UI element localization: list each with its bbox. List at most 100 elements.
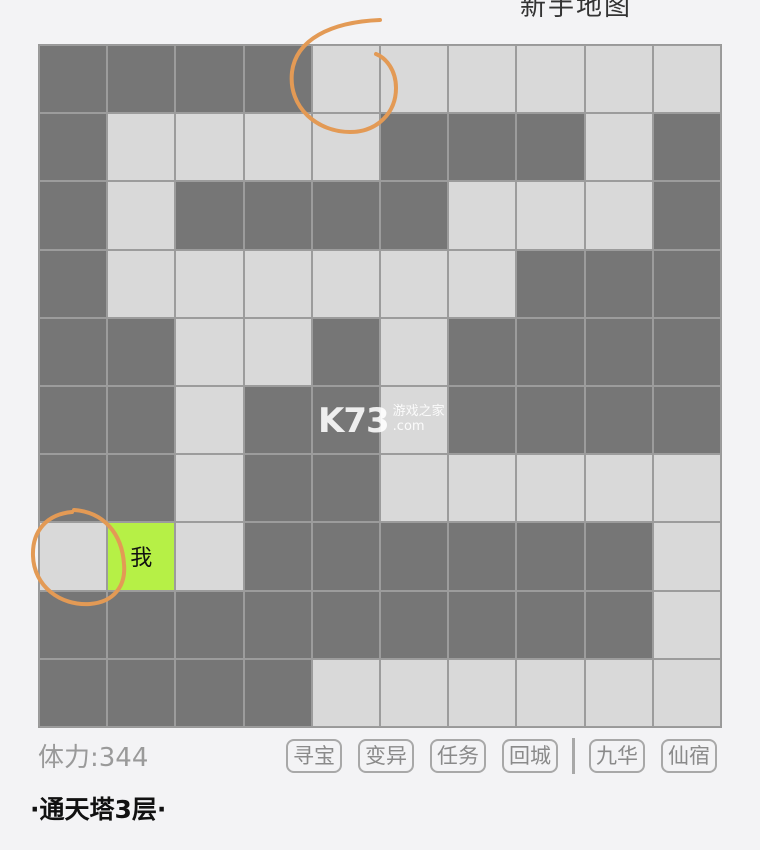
wall-cell[interactable]	[39, 385, 108, 455]
xianxiu-button[interactable]: 仙宿	[661, 739, 717, 773]
open-cell[interactable]	[175, 113, 244, 182]
wall-cell[interactable]	[243, 590, 312, 659]
player-cell[interactable]: 我	[107, 522, 176, 591]
wall-cell[interactable]	[243, 658, 312, 727]
wall-cell[interactable]	[107, 454, 176, 523]
wall-cell[interactable]	[379, 181, 449, 250]
wall-cell[interactable]	[516, 249, 585, 318]
wall-cell[interactable]	[39, 590, 108, 659]
open-cell[interactable]	[379, 249, 449, 318]
open-cell[interactable]	[652, 45, 721, 114]
open-cell[interactable]	[516, 45, 585, 114]
open-cell[interactable]	[107, 113, 176, 182]
open-cell[interactable]	[175, 317, 244, 386]
wall-cell[interactable]	[311, 522, 380, 591]
wall-cell[interactable]	[39, 317, 108, 386]
open-cell[interactable]	[311, 658, 380, 727]
open-cell[interactable]	[107, 181, 176, 250]
open-cell[interactable]	[175, 249, 244, 318]
wall-cell[interactable]	[652, 385, 721, 455]
open-cell[interactable]	[175, 522, 244, 591]
open-cell[interactable]	[379, 454, 449, 523]
wall-cell[interactable]	[448, 385, 517, 455]
wall-cell[interactable]	[107, 658, 176, 727]
open-cell[interactable]	[311, 113, 380, 182]
wall-cell[interactable]	[243, 454, 312, 523]
open-cell[interactable]	[379, 385, 449, 455]
open-cell[interactable]	[175, 385, 244, 455]
open-cell[interactable]	[652, 522, 721, 591]
wall-cell[interactable]	[652, 181, 721, 250]
open-cell[interactable]	[448, 45, 517, 114]
open-cell[interactable]	[39, 522, 108, 591]
open-cell[interactable]	[652, 590, 721, 659]
wall-cell[interactable]	[311, 385, 380, 455]
open-cell[interactable]	[516, 454, 585, 523]
open-cell[interactable]	[448, 658, 517, 727]
open-cell[interactable]	[175, 454, 244, 523]
wall-cell[interactable]	[107, 317, 176, 386]
open-cell[interactable]	[584, 181, 653, 250]
open-cell[interactable]	[379, 658, 449, 727]
wall-cell[interactable]	[107, 385, 176, 455]
wall-cell[interactable]	[243, 385, 312, 455]
wall-cell[interactable]	[652, 249, 721, 318]
wall-cell[interactable]	[448, 113, 517, 182]
wall-cell[interactable]	[243, 45, 312, 114]
wall-cell[interactable]	[39, 249, 108, 318]
wall-cell[interactable]	[448, 522, 517, 591]
wall-cell[interactable]	[175, 658, 244, 727]
jiuhua-button[interactable]: 九华	[589, 739, 645, 773]
open-cell[interactable]	[107, 249, 176, 318]
wall-cell[interactable]	[652, 317, 721, 386]
open-cell[interactable]	[243, 317, 312, 386]
wall-cell[interactable]	[448, 590, 517, 659]
wall-cell[interactable]	[175, 45, 244, 114]
wall-cell[interactable]	[175, 590, 244, 659]
wall-cell[interactable]	[107, 590, 176, 659]
wall-cell[interactable]	[448, 317, 517, 386]
wall-cell[interactable]	[379, 590, 449, 659]
open-cell[interactable]	[584, 113, 653, 182]
wall-cell[interactable]	[175, 181, 244, 250]
wall-cell[interactable]	[516, 113, 585, 182]
open-cell[interactable]	[584, 45, 653, 114]
open-cell[interactable]	[584, 658, 653, 727]
open-cell[interactable]	[448, 454, 517, 523]
wall-cell[interactable]	[243, 181, 312, 250]
wall-cell[interactable]	[652, 113, 721, 182]
wall-cell[interactable]	[516, 385, 585, 455]
treasure-button[interactable]: 寻宝	[286, 739, 342, 773]
open-cell[interactable]	[448, 249, 517, 318]
wall-cell[interactable]	[39, 181, 108, 250]
return-town-button[interactable]: 回城	[502, 739, 558, 773]
wall-cell[interactable]	[584, 590, 653, 659]
mutate-button[interactable]: 变异	[358, 739, 414, 773]
wall-cell[interactable]	[584, 522, 653, 591]
wall-cell[interactable]	[584, 249, 653, 318]
wall-cell[interactable]	[39, 45, 108, 114]
wall-cell[interactable]	[379, 113, 449, 182]
open-cell[interactable]	[652, 454, 721, 523]
open-cell[interactable]	[516, 658, 585, 727]
wall-cell[interactable]	[516, 522, 585, 591]
quest-button[interactable]: 任务	[430, 739, 486, 773]
wall-cell[interactable]	[311, 181, 380, 250]
open-cell[interactable]	[448, 181, 517, 250]
open-cell[interactable]	[311, 45, 380, 114]
open-cell[interactable]	[311, 249, 380, 318]
wall-cell[interactable]	[39, 454, 108, 523]
wall-cell[interactable]	[243, 522, 312, 591]
wall-cell[interactable]	[311, 590, 380, 659]
open-cell[interactable]	[379, 317, 449, 386]
wall-cell[interactable]	[584, 385, 653, 455]
open-cell[interactable]	[652, 658, 721, 727]
open-cell[interactable]	[243, 249, 312, 318]
wall-cell[interactable]	[107, 45, 176, 114]
wall-cell[interactable]	[311, 454, 380, 523]
wall-cell[interactable]	[584, 317, 653, 386]
wall-cell[interactable]	[311, 317, 380, 386]
open-cell[interactable]	[379, 45, 449, 114]
open-cell[interactable]	[516, 181, 585, 250]
wall-cell[interactable]	[379, 522, 449, 591]
